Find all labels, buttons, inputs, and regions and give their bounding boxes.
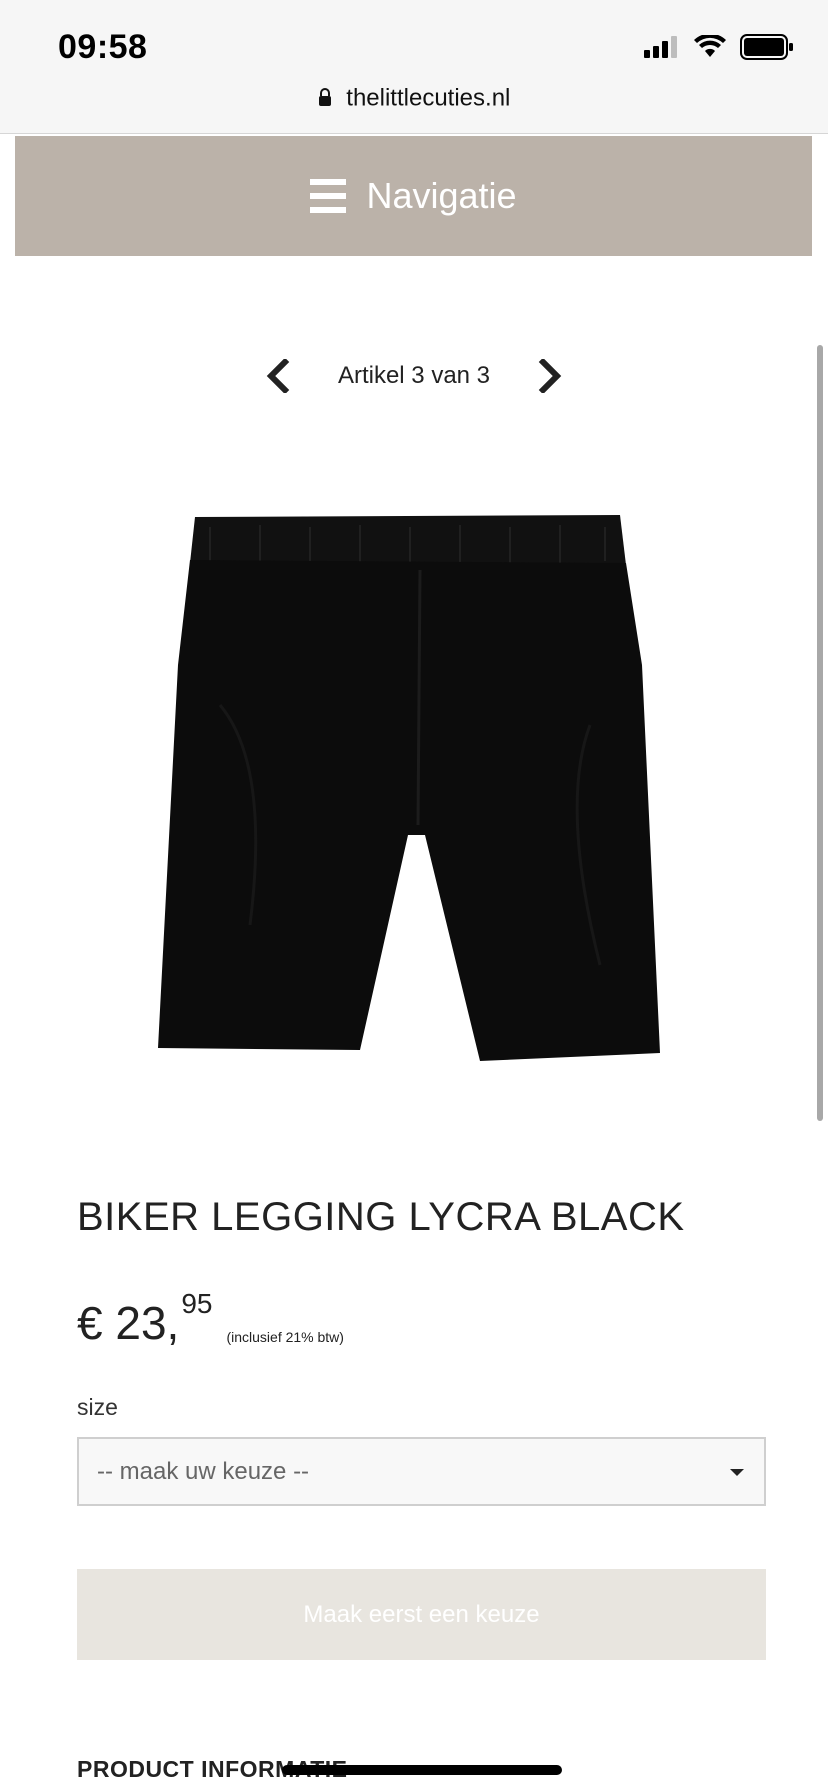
chevron-left-icon[interactable] xyxy=(258,356,298,396)
size-select[interactable]: -- maak uw keuze -- xyxy=(77,1437,766,1506)
product-image[interactable] xyxy=(150,505,680,1075)
battery-icon xyxy=(740,34,794,65)
wifi-icon xyxy=(694,33,726,64)
url-text: thelittlecuties.nl xyxy=(346,84,511,112)
status-time: 09:58 xyxy=(58,28,148,66)
size-label: size xyxy=(77,1394,118,1420)
price-cents: 95 xyxy=(181,1288,213,1319)
vat-note: (inclusief 21% btw) xyxy=(226,1329,344,1345)
lock-icon xyxy=(318,85,332,113)
hamburger-icon xyxy=(310,179,347,213)
product-price: € 23, 95 (inclusief 21% btw) xyxy=(77,1289,344,1351)
product-title: BIKER LEGGING LYCRA BLACK xyxy=(77,1195,685,1239)
navigation-label: Navigatie xyxy=(366,175,517,216)
home-indicator xyxy=(282,1765,562,1775)
price-main: € 23, xyxy=(77,1297,180,1349)
signal-icon xyxy=(644,36,680,63)
add-to-cart-button[interactable]: Maak eerst een keuze xyxy=(77,1569,766,1660)
status-icons xyxy=(644,33,794,65)
pager-text: Artikel 3 van 3 xyxy=(337,362,491,389)
chevron-right-icon[interactable] xyxy=(530,356,570,396)
address-bar[interactable]: thelittlecuties.nl xyxy=(0,84,828,113)
page-scrollbar[interactable] xyxy=(817,345,823,1121)
article-pager: Artikel 3 van 3 xyxy=(0,356,828,396)
caret-down-icon xyxy=(730,1469,744,1476)
browser-status-bar: 09:58 thelittlecuties.nl xyxy=(0,0,828,134)
navigation-bar[interactable]: Navigatie xyxy=(15,136,812,256)
size-select-value: -- maak uw keuze -- xyxy=(97,1457,310,1485)
